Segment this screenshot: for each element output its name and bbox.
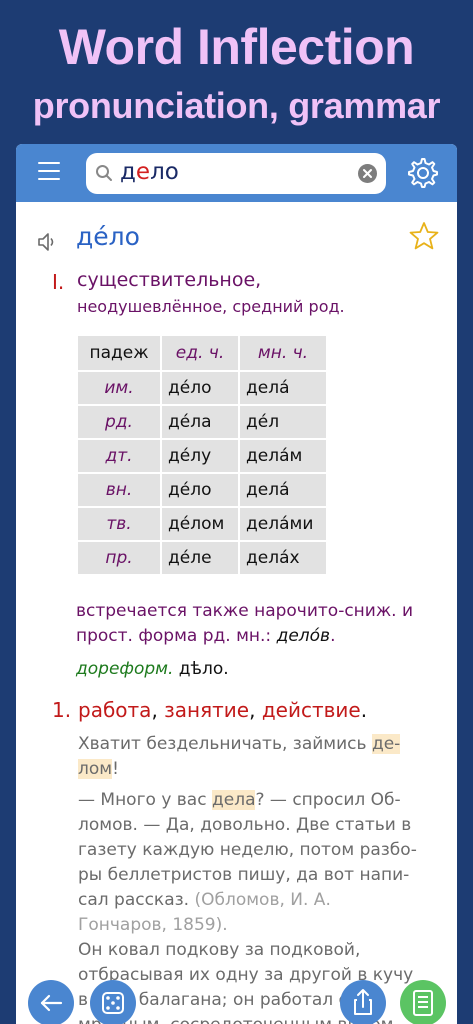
headword: де́ло <box>76 222 140 251</box>
singular-form: де́ла <box>160 404 240 440</box>
dice-icon <box>102 992 124 1014</box>
search-query: дело <box>120 159 179 185</box>
table-row: дт. де́лу дела́м <box>76 438 328 474</box>
table-row: тв. де́лом дела́ми <box>76 506 328 542</box>
usage-note: встречается также нарочито-сниж. и прост… <box>76 601 414 646</box>
table-header: мн. ч. <box>238 334 328 372</box>
plural-form: дела́х <box>238 540 328 576</box>
app-window: дело де́ло I. существительное, неодушевл… <box>16 144 457 1024</box>
back-button[interactable] <box>28 980 74 1024</box>
word-list-button[interactable] <box>400 980 446 1024</box>
singular-form: де́ло <box>160 472 240 508</box>
close-icon <box>363 169 372 178</box>
random-word-button[interactable] <box>90 980 136 1024</box>
plural-form: дела́ми <box>238 506 328 542</box>
declension-table: падеж ед. ч. мн. ч. им. де́ло дела́ рд. … <box>76 334 328 576</box>
table-row: им. де́ло дела́ <box>76 370 328 406</box>
list-icon <box>413 990 433 1016</box>
case-label: рд. <box>76 404 162 440</box>
search-icon <box>96 165 112 181</box>
example-sentence: Хватит бездельничать, займись де-лом! <box>78 734 401 779</box>
clear-search-button[interactable] <box>358 164 377 183</box>
case-label: им. <box>76 370 162 406</box>
case-label: вн. <box>76 472 162 508</box>
menu-button[interactable] <box>38 162 60 182</box>
singular-form: де́ле <box>160 540 240 576</box>
plural-form: дела́ <box>238 472 328 508</box>
example-sentence: — Много у вас дела? — спросил Об­ломов. … <box>78 790 417 935</box>
table-row: вн. де́ло дела́ <box>76 472 328 508</box>
grammar-info: неодушевлённое, средний род. <box>77 297 345 316</box>
share-icon <box>354 989 372 1015</box>
plural-form: дела́ <box>238 370 328 406</box>
prereform-spelling: дореформ. дѣло. <box>76 659 229 679</box>
speaker-icon[interactable] <box>36 230 60 254</box>
table-header: падеж <box>76 334 162 372</box>
gear-icon[interactable] <box>406 156 440 190</box>
table-row: рд. де́ла де́л <box>76 404 328 440</box>
top-bar: дело <box>16 144 457 202</box>
definition-link[interactable]: работа <box>78 698 151 722</box>
search-input[interactable]: дело <box>86 153 386 194</box>
case-label: пр. <box>76 540 162 576</box>
definition-link[interactable]: занятие <box>164 698 249 722</box>
singular-form: де́лом <box>160 506 240 542</box>
table-header: ед. ч. <box>160 334 240 372</box>
singular-form: де́ло <box>160 370 240 406</box>
arrow-left-icon <box>40 994 63 1012</box>
promo-title: Word Inflection <box>58 19 415 75</box>
roman-numeral: I. <box>52 270 65 294</box>
case-label: тв. <box>76 506 162 542</box>
share-button[interactable] <box>340 980 386 1024</box>
definition-link[interactable]: действие <box>262 698 361 722</box>
sense-definition: работа, занятие, действие. <box>78 698 368 722</box>
case-label: дт. <box>76 438 162 474</box>
singular-form: де́лу <box>160 438 240 474</box>
plural-form: де́л <box>238 404 328 440</box>
table-header-row: падеж ед. ч. мн. ч. <box>76 334 328 372</box>
plural-form: дела́м <box>238 438 328 474</box>
table-row: пр. де́ле дела́х <box>76 540 328 576</box>
promo-subtitle: pronunciation, grammar <box>32 85 441 126</box>
star-icon[interactable] <box>408 220 440 252</box>
sense-number: 1. <box>52 698 72 722</box>
part-of-speech: существительное, <box>77 269 262 291</box>
